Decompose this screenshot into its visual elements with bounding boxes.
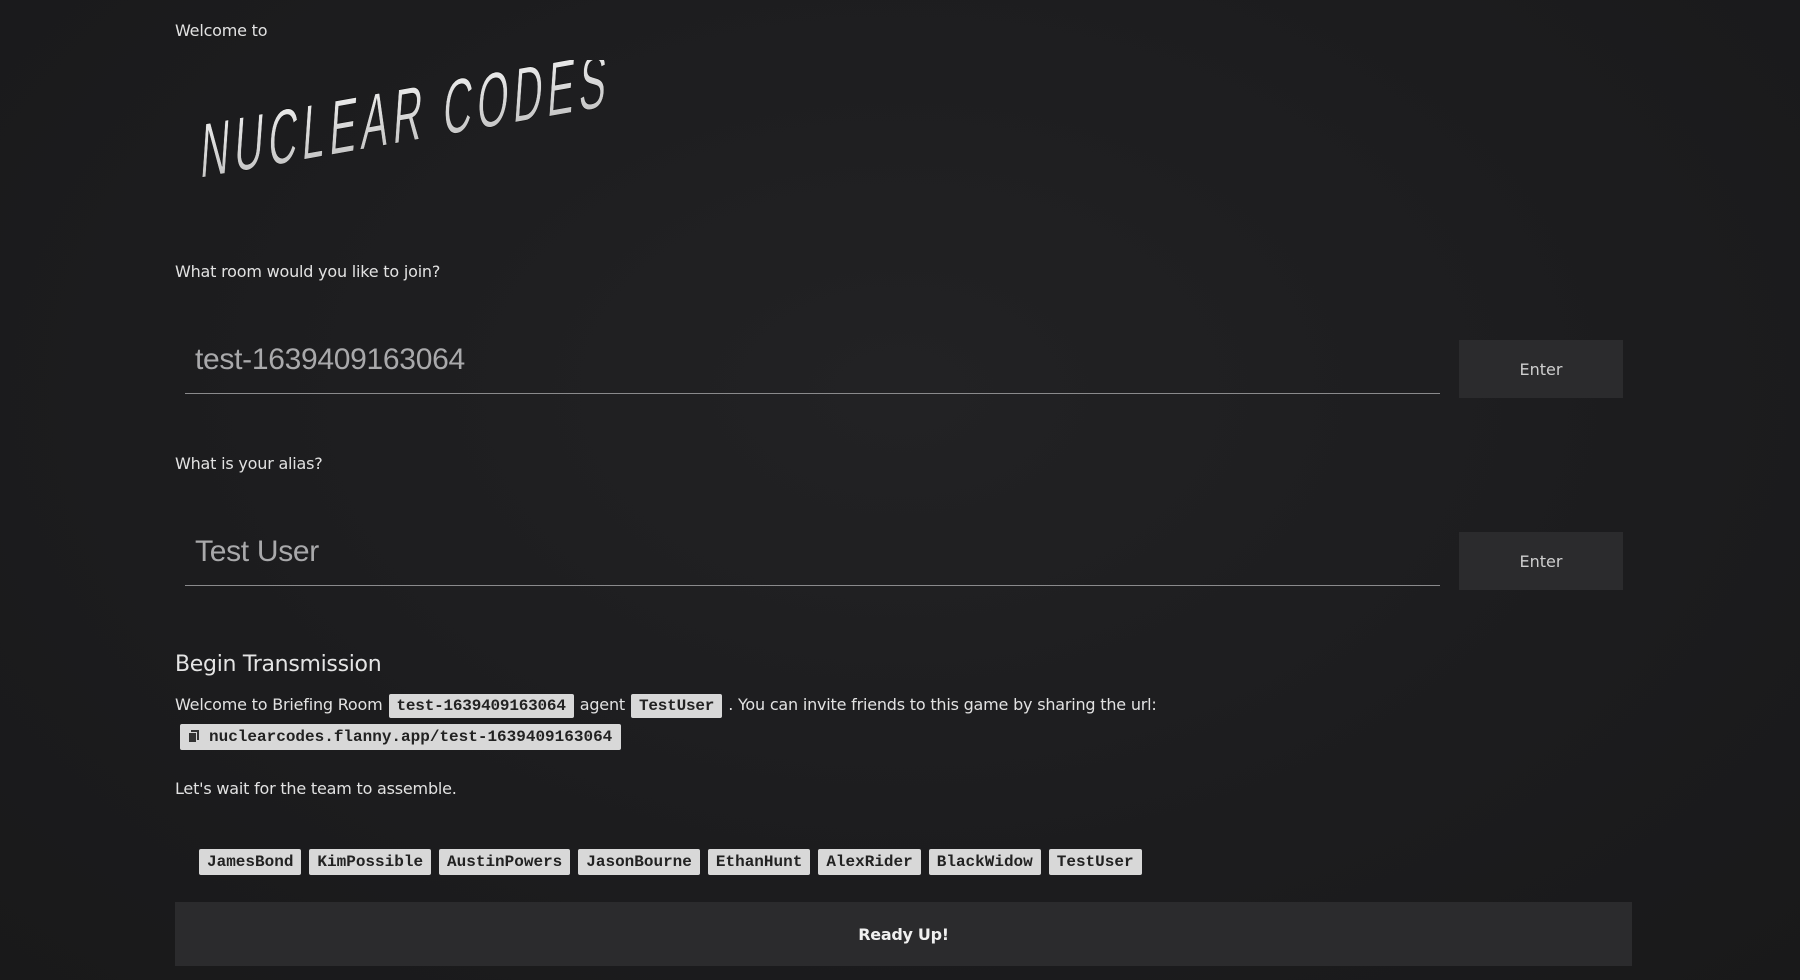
ready-up-button[interactable]: Ready Up!: [175, 902, 1632, 966]
team-member-chip: AustinPowers: [439, 849, 571, 875]
team-member-chip: BlackWidow: [928, 849, 1041, 875]
agent-name-chip: TestUser: [630, 694, 723, 718]
invite-text: . You can invite friends to this game by…: [728, 695, 1157, 714]
transmission-title: Begin Transmission: [175, 652, 382, 677]
room-input[interactable]: [185, 332, 1440, 388]
copy-icon[interactable]: [189, 730, 199, 742]
room-question-label: What room would you like to join?: [175, 262, 441, 281]
team-member-chip: EthanHunt: [707, 849, 811, 875]
alias-input[interactable]: [185, 524, 1440, 580]
agent-word-text: agent: [579, 695, 625, 714]
room-field-row: Enter: [185, 332, 1635, 398]
team-member-chip: JamesBond: [199, 849, 302, 875]
welcome-heading: Welcome to: [175, 21, 268, 40]
room-code-chip: test-1639409163064: [388, 694, 574, 718]
alias-input-wrapper: [185, 524, 1440, 586]
nuclear-codes-logo: NUCLEAR CODES: [198, 60, 615, 196]
welcome-prefix-text: Welcome to Briefing Room: [175, 695, 383, 714]
share-url-text: nuclearcodes.flanny.app/test-16394091630…: [209, 728, 613, 746]
alias-enter-button[interactable]: Enter: [1459, 532, 1623, 590]
team-member-chip: JasonBourne: [578, 849, 700, 875]
wait-message: Let's wait for the team to assemble.: [175, 779, 457, 798]
team-member-chip: TestUser: [1048, 849, 1142, 875]
team-member-chip: KimPossible: [309, 849, 432, 875]
logo-text: NUCLEAR CODES: [198, 60, 615, 196]
briefing-welcome-line: Welcome to Briefing Room test-16394091630…: [175, 692, 1635, 718]
share-url-chip[interactable]: nuclearcodes.flanny.app/test-16394091630…: [180, 724, 622, 750]
room-input-wrapper: [185, 332, 1440, 394]
alias-question-label: What is your alias?: [175, 454, 323, 473]
team-member-chip: AlexRider: [818, 849, 921, 875]
team-list: JamesBond KimPossible AustinPowers Jason…: [199, 849, 1142, 875]
alias-field-row: Enter: [185, 524, 1635, 590]
room-enter-button[interactable]: Enter: [1459, 340, 1623, 398]
